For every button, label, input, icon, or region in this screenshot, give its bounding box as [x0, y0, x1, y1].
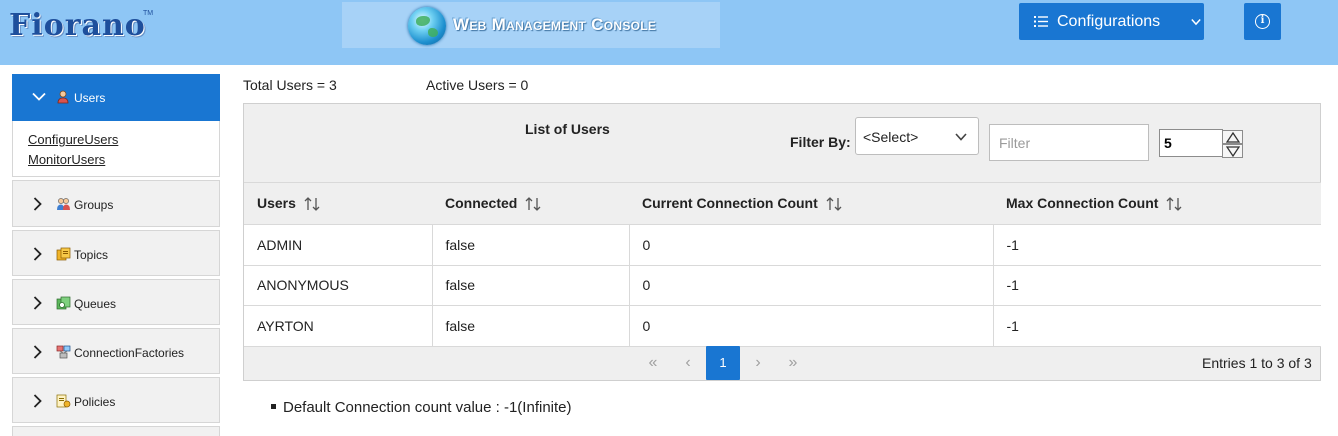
sidebar-item-label: Policies [74, 395, 116, 409]
column-header-connected[interactable]: Connected [432, 182, 629, 225]
triangle-up-icon [1226, 132, 1240, 143]
default-connection-note: Default Connection count value : -1(Infi… [271, 399, 572, 416]
console-banner: Web Management Console [342, 2, 720, 48]
page-size-input[interactable] [1159, 129, 1223, 157]
table-cell: false [431, 224, 629, 265]
column-header-label: Max Connection Count [1006, 194, 1159, 211]
chevron-right-icon [33, 345, 42, 359]
triangle-down-icon [1226, 146, 1240, 157]
users-submenu: ConfigureUsers MonitorUsers [12, 121, 220, 177]
table-cell: ANONYMOUS [244, 264, 432, 306]
table-cell: 0 [628, 224, 993, 265]
list-menu-icon [1034, 16, 1048, 27]
chevron-down-icon [1191, 18, 1201, 26]
policies-icon [56, 394, 71, 408]
chevron-right-icon [33, 296, 42, 310]
sidebar-item-more[interactable] [12, 426, 220, 436]
sidebar-item-topics[interactable]: Topics [12, 230, 220, 276]
chevron-right-icon [33, 247, 42, 261]
sidebar-item-users[interactable]: Users [12, 74, 220, 121]
chevron-right-icon [33, 394, 42, 408]
configurations-button[interactable]: Configurations [1019, 3, 1204, 40]
page-size-decrement[interactable] [1222, 144, 1243, 158]
filter-by-label: Filter By: [790, 134, 851, 150]
user-icon [57, 90, 69, 104]
table-cell: 0 [628, 305, 993, 347]
info-button[interactable]: i [1244, 3, 1281, 40]
column-header-users[interactable]: Users [244, 182, 432, 225]
table-row[interactable]: ANONYMOUS false 0 -1 [244, 264, 1321, 306]
sidebar-item-label: Topics [74, 248, 109, 262]
chevron-right-icon [33, 197, 42, 211]
pager-next-button[interactable]: › [741, 346, 775, 380]
sidebar-item-label: Users [74, 91, 106, 105]
sidebar-item-label: Queues [74, 297, 117, 311]
configurations-label: Configurations [1057, 13, 1161, 30]
sort-icon [826, 197, 842, 212]
chevron-down-icon [32, 92, 46, 101]
table-cell: -1 [992, 264, 1321, 306]
note-text: Default Connection count value : -1(Infi… [283, 399, 572, 416]
sidebar-item-policies[interactable]: Policies [12, 377, 220, 423]
table-row[interactable]: ADMIN false 0 -1 [244, 224, 1321, 265]
users-table: Users Connected Current Connection Count… [244, 182, 1321, 347]
column-header-label: Current Connection Count [642, 194, 818, 211]
entries-count-text: Entries 1 to 3 of 3 [1202, 355, 1312, 371]
table-cell: -1 [992, 224, 1321, 265]
sidebar-item-connection-factories[interactable]: ConnectionFactories [12, 328, 220, 374]
total-users-text: Total Users = 3 [243, 77, 337, 93]
table-cell: ADMIN [244, 224, 432, 265]
bullet-icon [271, 403, 276, 409]
queues-icon [56, 296, 71, 310]
pager-last-button[interactable]: » [776, 346, 810, 380]
table-cell: 0 [628, 264, 993, 306]
info-icon: i [1255, 14, 1270, 29]
pager-page-1-button[interactable]: 1 [706, 346, 740, 380]
app-header: Fiorano TM Web Management Console Config… [0, 0, 1338, 65]
filter-input[interactable] [989, 124, 1149, 161]
sidebar-item-label: Groups [74, 198, 114, 212]
column-header-label: Users [257, 194, 296, 211]
filter-select[interactable]: <Select> [855, 117, 979, 155]
console-title: Web Management Console [453, 15, 657, 34]
column-header-current-connection-count[interactable]: Current Connection Count [629, 182, 993, 225]
list-title: List of Users [525, 121, 610, 137]
users-table-panel: List of Users Filter By: <Select> Users … [243, 103, 1321, 381]
sidebar-item-label: ConnectionFactories [74, 346, 185, 360]
sidebar-item-queues[interactable]: Queues [12, 279, 220, 325]
active-users-text: Active Users = 0 [426, 77, 529, 93]
table-cell: false [431, 264, 629, 306]
monitor-users-link[interactable]: MonitorUsers [28, 152, 105, 167]
column-header-max-connection-count[interactable]: Max Connection Count [993, 182, 1321, 225]
sort-icon [304, 197, 320, 212]
sort-icon [525, 197, 541, 212]
connection-factories-icon [56, 345, 71, 359]
topics-icon [56, 247, 71, 261]
pager-prev-button[interactable]: ‹ [671, 346, 705, 380]
table-cell: AYRTON [244, 305, 432, 347]
chevron-down-icon [955, 133, 967, 141]
groups-icon [57, 198, 70, 210]
table-cell: false [431, 305, 629, 347]
table-row[interactable]: AYRTON false 0 -1 [244, 305, 1321, 347]
pager-first-button[interactable]: « [636, 346, 670, 380]
filter-select-value: <Select> [863, 129, 919, 145]
page-size-increment[interactable] [1222, 130, 1243, 144]
table-cell: -1 [992, 305, 1321, 347]
globe-icon [408, 7, 446, 45]
logo-trademark: TM [143, 10, 154, 17]
sort-icon [1166, 197, 1182, 212]
configure-users-link[interactable]: ConfigureUsers [28, 132, 118, 147]
sidebar-item-groups[interactable]: Groups [12, 180, 220, 227]
fiorano-logo: Fiorano [9, 8, 146, 43]
column-header-label: Connected [445, 194, 518, 211]
